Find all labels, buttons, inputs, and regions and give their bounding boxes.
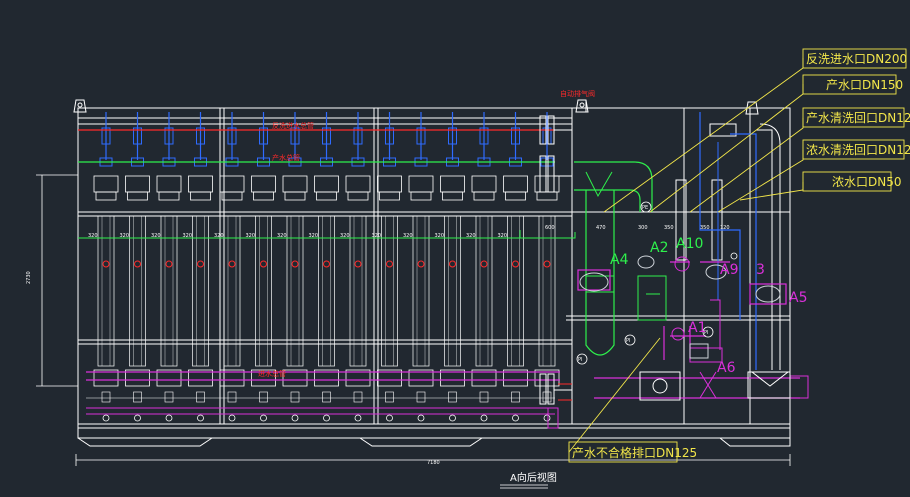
- membrane-module: [471, 112, 497, 422]
- valve-label-a2: A2: [650, 240, 668, 256]
- svg-text:PI: PI: [626, 338, 631, 344]
- membrane-module: [408, 112, 434, 422]
- cad-drawing-canvas: PE PI PI PI 自动排气阀 反洗进水总管 产水总管 进水总管 600 47…: [26, 48, 910, 489]
- callout-backwash-inlet: 反洗进水口DN200: [806, 52, 907, 66]
- svg-text:反洗进水总管: 反洗进水总管: [272, 121, 314, 130]
- membrane-modules: [93, 112, 560, 422]
- membrane-module: [314, 112, 339, 422]
- valve-label-a6: A6: [717, 360, 736, 376]
- valve-label-a10: A10: [676, 236, 703, 252]
- dimension-labels: 600 470 300 350 350 120 320 320 320 320 320 320 320 3…: [88, 225, 730, 239]
- overall-length-dimension: 7180: [427, 460, 440, 466]
- callout-concentrate-clean-return: 浓水清洗回口DN125: [806, 143, 910, 157]
- view-title: A向后视图: [510, 471, 557, 484]
- membrane-module: [345, 112, 371, 422]
- lifting-lugs: [73, 99, 759, 115]
- dimension-label: 320: [372, 233, 382, 239]
- dimension-label: 320: [246, 233, 256, 239]
- callout-product-clean-return: 产水清洗回口DN125: [806, 111, 910, 125]
- dimension-label: 350: [700, 225, 710, 231]
- callout-concentrate: 浓水口DN50: [832, 175, 902, 189]
- svg-text:产水总管: 产水总管: [272, 153, 300, 162]
- dimension-label: 320: [151, 233, 161, 239]
- svg-text:自动排气阀: 自动排气阀: [560, 89, 595, 98]
- membrane-module: [125, 112, 150, 422]
- svg-text:PI: PI: [578, 357, 583, 363]
- header-flanges: [539, 115, 572, 405]
- dimension-label: 320: [120, 233, 130, 239]
- dimension-label: 320: [435, 233, 445, 239]
- callout-product-offspec-drain: 产水不合格排口DN125: [572, 445, 697, 460]
- dimension-label: 320: [277, 233, 287, 239]
- valve-label-a5: A5: [789, 290, 807, 306]
- dimension-label: 600: [545, 225, 555, 231]
- dimension-label: 320: [466, 233, 476, 239]
- valve-label-a3: 3: [756, 262, 765, 278]
- dimension-label: 320: [214, 233, 224, 239]
- valve-label-a4: A4: [610, 252, 629, 268]
- dimension-label: 320: [340, 233, 350, 239]
- skid-frame: [77, 107, 791, 447]
- header-pipes: [78, 129, 576, 415]
- membrane-module: [440, 112, 465, 422]
- membrane-module: [93, 112, 119, 422]
- svg-text:进水总管: 进水总管: [258, 369, 286, 378]
- membrane-module: [503, 112, 528, 422]
- dimension-label: 320: [403, 233, 413, 239]
- callout-product-water: 产水口DN150: [826, 78, 903, 92]
- valve-label-a1: A1: [688, 320, 706, 336]
- dimension-label: 320: [88, 233, 98, 239]
- dimension-label: 470: [596, 225, 606, 231]
- svg-text:PE: PE: [642, 205, 648, 211]
- membrane-module: [188, 112, 213, 422]
- dimension-label: 320: [498, 233, 508, 239]
- valve-label-a9: A9: [720, 262, 738, 278]
- overall-height-dimension: 2730: [26, 271, 32, 284]
- dimension-label: 120: [720, 225, 730, 231]
- dimension-label: 320: [183, 233, 193, 239]
- dimension-label: 350: [664, 225, 674, 231]
- membrane-module: [377, 112, 402, 422]
- membrane-module: [156, 112, 182, 422]
- dimension-label: 300: [638, 225, 648, 231]
- dimension-label: 320: [309, 233, 319, 239]
- membrane-module: [534, 112, 560, 422]
